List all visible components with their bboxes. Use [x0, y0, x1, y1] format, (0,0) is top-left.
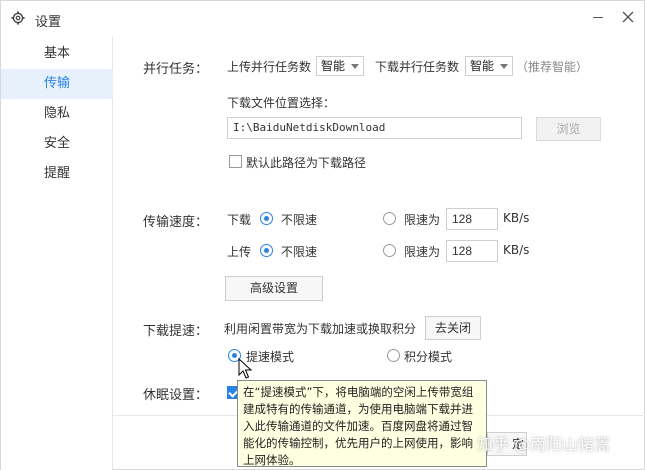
sleep-settings-label: 休眠设置： — [143, 388, 209, 403]
sidebar-item-basic[interactable]: 基本 — [1, 39, 113, 69]
upload-limit-input[interactable]: 128 — [446, 240, 498, 262]
gear-icon — [11, 11, 25, 25]
zhihu-watermark: 知乎 @南阳山猪蒿 — [477, 435, 611, 454]
upload-unlimited-label: 不限速 — [281, 245, 318, 259]
default-path-checkbox[interactable] — [229, 155, 242, 168]
transfer-speed-label: 传输速度： — [143, 215, 209, 230]
download-speed-label: 下载 — [227, 213, 252, 227]
download-unlimited-label: 不限速 — [281, 213, 318, 227]
download-parallel-value: 智能 — [470, 59, 495, 73]
settings-window: 设置 基本 传输 隐私 安全 提醒 并行任务： 上传并行任务数 智能 下载并行任… — [0, 0, 645, 470]
download-unit-label: KB/s — [503, 211, 530, 225]
close-boost-button[interactable]: 去关闭 — [425, 316, 481, 340]
upload-parallel-label: 上传并行任务数 — [227, 60, 312, 74]
download-limited-radio[interactable] — [383, 212, 396, 225]
upload-speed-label: 上传 — [227, 245, 252, 259]
download-unlimited-radio[interactable] — [260, 212, 273, 225]
upload-limited-label: 限速为 — [404, 245, 441, 259]
points-mode-radio[interactable] — [387, 349, 400, 362]
window-title: 设置 — [35, 15, 62, 30]
recommend-hint: （推荐智能） — [516, 60, 589, 74]
boost-mode-tooltip: 在“提速模式”下，将电脑端的空闲上传带宽组建成特有的传输通道，为使用电脑端下载并… — [237, 380, 487, 467]
speed-mode-label: 提速模式 — [246, 350, 295, 364]
chevron-down-icon — [351, 64, 359, 69]
default-path-label: 默认此路径为下载路径 — [246, 156, 367, 170]
boost-description: 利用闲置带宽为下载加速或换取积分 — [224, 322, 417, 336]
download-location-label: 下载文件位置选择： — [227, 96, 336, 110]
download-limit-input[interactable]: 128 — [446, 208, 498, 230]
upload-limited-radio[interactable] — [383, 244, 396, 257]
upload-unlimited-radio[interactable] — [260, 244, 273, 257]
parallel-tasks-label: 并行任务： — [143, 62, 209, 77]
upload-parallel-select[interactable]: 智能 — [316, 56, 364, 76]
sidebar-item-transfer[interactable]: 传输 — [1, 69, 113, 99]
points-mode-label: 积分模式 — [404, 350, 453, 364]
download-parallel-label: 下载并行任务数 — [375, 60, 460, 74]
title-bar: 设置 — [1, 1, 645, 35]
download-path-input[interactable]: I:\BaiduNetdiskDownload — [227, 117, 522, 139]
chevron-down-icon — [500, 64, 508, 69]
upload-unit-label: KB/s — [503, 243, 530, 257]
minimize-button[interactable] — [588, 7, 608, 27]
download-parallel-select[interactable]: 智能 — [465, 56, 513, 76]
mouse-cursor-icon — [238, 358, 252, 379]
advanced-settings-button[interactable]: 高级设置 — [225, 276, 323, 301]
download-boost-label: 下载提速： — [143, 324, 209, 339]
close-icon[interactable] — [618, 7, 638, 27]
settings-sidebar: 基本 传输 隐私 安全 提醒 — [1, 37, 113, 470]
download-limited-label: 限速为 — [404, 213, 441, 227]
browse-button[interactable]: 浏览 — [536, 117, 601, 141]
sidebar-item-reminder[interactable]: 提醒 — [1, 159, 113, 189]
upload-parallel-value: 智能 — [321, 59, 346, 73]
sidebar-item-privacy[interactable]: 隐私 — [1, 99, 113, 129]
sidebar-item-security[interactable]: 安全 — [1, 129, 113, 159]
